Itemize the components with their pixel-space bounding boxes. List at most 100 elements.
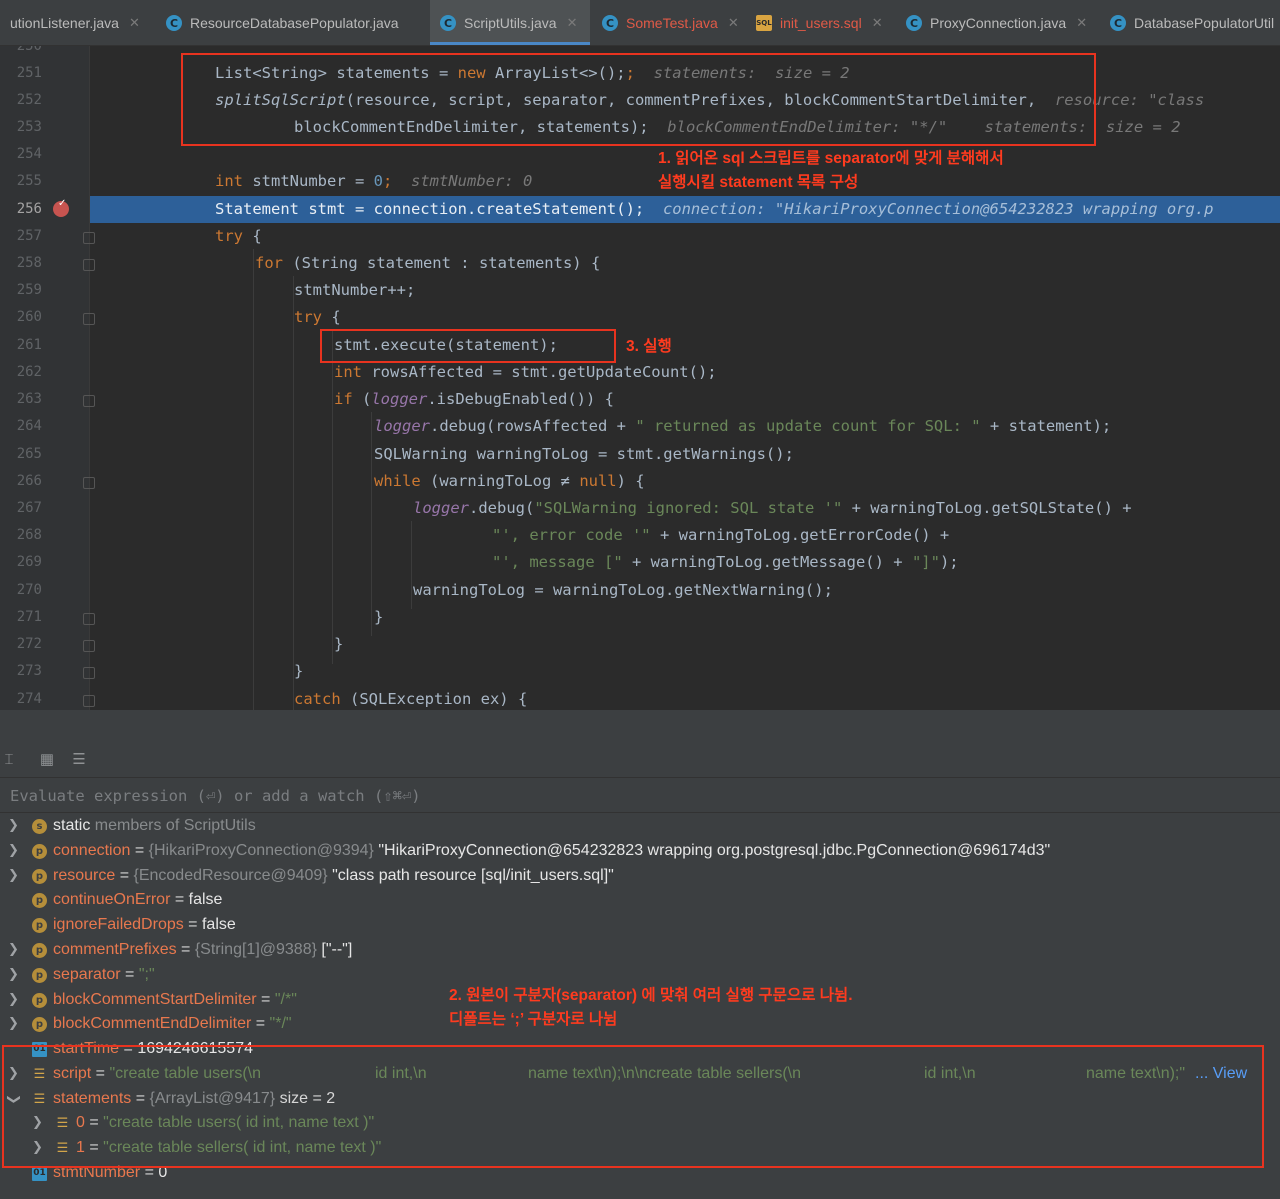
line-number: 268	[16, 527, 42, 543]
breakpoint-icon[interactable]	[53, 198, 69, 217]
variable-row-comment-prefixes[interactable]: ❯ p commentPrefixes = {String[1]@9388} […	[0, 938, 1280, 963]
fold-icon[interactable]	[83, 259, 95, 271]
editor-gutter[interactable]: 250 251 252 253 254 255 256 257 258 259 …	[0, 46, 95, 710]
code-line-269: "', message [" + warningToLog.getMessage…	[492, 553, 959, 571]
expand-chevron-icon[interactable]: ❯	[8, 864, 19, 889]
line-number: 253	[16, 119, 42, 135]
expand-chevron-icon[interactable]: ❯	[8, 839, 19, 864]
line-number: 259	[16, 282, 42, 298]
code-line-259: stmtNumber++;	[294, 281, 416, 299]
line-number: 250	[16, 46, 42, 54]
close-icon[interactable]: ✕	[129, 15, 140, 31]
variable-row-ignore-failed-drops[interactable]: p ignoreFailedDrops = false	[0, 913, 1280, 938]
line-number: 254	[16, 146, 42, 162]
annotation-box-statements	[2, 1045, 1264, 1168]
line-number: 262	[16, 364, 42, 380]
code-line-258: for (String statement : statements) {	[255, 254, 601, 272]
line-number: 264	[16, 418, 42, 434]
fold-icon[interactable]	[83, 640, 95, 652]
line-number: 265	[16, 446, 42, 462]
code-line-270: warningToLog = warningToLog.getNextWarni…	[413, 581, 833, 599]
tab-execution-listener[interactable]: utionListener.java ✕	[0, 0, 152, 45]
line-number: 258	[16, 255, 42, 271]
expand-chevron-icon[interactable]: ❯	[8, 814, 19, 839]
parameter-icon: p	[32, 844, 47, 859]
tab-init-users-sql[interactable]: SQL init_users.sql ✕	[750, 0, 898, 45]
parameter-icon: p	[32, 893, 47, 908]
class-icon: C	[1110, 15, 1126, 31]
annotation-note-1: 1. 읽어온 sql 스크립트를 separator에 맞게 분해해서 실행시킬…	[658, 150, 1004, 191]
class-icon: C	[440, 15, 456, 31]
fold-icon[interactable]	[83, 313, 95, 325]
fold-icon[interactable]	[83, 477, 95, 489]
tab-resource-database-populator[interactable]: C ResourceDatabasePopulator.java	[156, 0, 424, 45]
line-number: 255	[16, 173, 42, 189]
variable-row-resource[interactable]: ❯ p resource = {EncodedResource@9409} "c…	[0, 864, 1280, 889]
fold-icon[interactable]	[83, 232, 95, 244]
line-number: 272	[16, 636, 42, 652]
expand-chevron-icon[interactable]: ❯	[8, 1012, 19, 1037]
class-icon: C	[906, 15, 922, 31]
close-icon[interactable]: ✕	[567, 15, 578, 31]
fold-icon[interactable]	[83, 667, 95, 679]
evaluate-expression-bar[interactable]	[0, 779, 1280, 813]
primitive-icon: 01	[32, 1166, 47, 1181]
calculator-icon[interactable]: ▦	[38, 751, 56, 769]
code-line-267: logger.debug("SQLWarning ignored: SQL st…	[413, 499, 1132, 517]
line-number: 274	[16, 691, 42, 707]
line-number: 261	[16, 337, 42, 353]
expand-chevron-icon[interactable]: ❯	[8, 938, 19, 963]
editor-tab-bar: utionListener.java ✕ C ResourceDatabaseP…	[0, 0, 1280, 46]
line-number-current: 256	[16, 201, 42, 217]
debugger-panel: ⌶ ▦ ☰ ❯ s static members of ScriptUtils …	[0, 710, 1280, 1199]
tab-database-populator-utils[interactable]: C DatabasePopulatorUtil	[1104, 0, 1280, 45]
parameter-icon: p	[32, 968, 47, 983]
tab-some-test[interactable]: C SomeTest.java ✕	[594, 0, 746, 45]
line-number: 251	[16, 65, 42, 81]
code-line-266: while (warningToLog ≠ null) {	[374, 472, 645, 490]
inline-debug-value: connection: "HikariProxyConnection@65423…	[662, 200, 1214, 218]
variable-row-static[interactable]: ❯ s static members of ScriptUtils	[0, 814, 1280, 839]
parameter-icon: p	[32, 993, 47, 1008]
code-editor[interactable]: 250 251 252 253 254 255 256 257 258 259 …	[0, 46, 1280, 710]
line-number: 260	[16, 309, 42, 325]
class-icon: C	[166, 15, 182, 31]
line-number: 263	[16, 391, 42, 407]
code-line-263: if (logger.isDebugEnabled()) {	[334, 390, 614, 408]
code-line-271: }	[374, 608, 384, 626]
line-number: 257	[16, 228, 42, 244]
tab-proxy-connection[interactable]: C ProxyConnection.java ✕	[900, 0, 1100, 45]
code-line-273: }	[294, 662, 304, 680]
code-line-260: try {	[294, 308, 341, 326]
code-line-264: logger.debug(rowsAffected + " returned a…	[374, 417, 1112, 435]
parameter-icon: p	[32, 1017, 47, 1032]
inline-debug-value: stmtNumber: 0	[411, 172, 533, 190]
annotation-box-split-script	[181, 53, 1096, 146]
close-icon[interactable]: ✕	[872, 15, 883, 31]
tab-script-utils[interactable]: C ScriptUtils.java ✕	[430, 0, 590, 45]
parameter-icon: p	[32, 943, 47, 958]
execution-line-gutter-highlight	[90, 196, 174, 223]
list-settings-icon[interactable]: ☰	[70, 751, 88, 769]
expand-chevron-icon[interactable]: ❯	[8, 963, 19, 988]
close-icon[interactable]: ✕	[1076, 15, 1087, 31]
evaluate-expression-input[interactable]	[10, 785, 1260, 807]
line-number: 252	[16, 92, 42, 108]
parameter-icon: p	[32, 869, 47, 884]
fold-icon[interactable]	[83, 695, 95, 707]
code-line-256-execution-point: Statement stmt = connection.createStatem…	[174, 196, 1280, 223]
annotation-box-execute	[320, 329, 616, 363]
line-number: 267	[16, 500, 42, 516]
annotation-note-3: 3. 실행	[626, 338, 672, 355]
fold-icon[interactable]	[83, 395, 95, 407]
fold-icon[interactable]	[83, 613, 95, 625]
code-line-274: catch (SQLException ex) {	[294, 690, 528, 708]
variable-row-connection[interactable]: ❯ p connection = {HikariProxyConnection@…	[0, 839, 1280, 864]
code-line-265: SQLWarning warningToLog = stmt.getWarnin…	[374, 445, 794, 463]
close-icon[interactable]: ✕	[728, 15, 739, 31]
line-number: 271	[16, 609, 42, 625]
variable-row-continue-on-error[interactable]: p continueOnError = false	[0, 888, 1280, 913]
expand-chevron-icon[interactable]: ❯	[8, 988, 19, 1013]
sql-file-icon: SQL	[756, 15, 772, 31]
text-cursor-icon[interactable]: ⌶	[0, 751, 18, 769]
